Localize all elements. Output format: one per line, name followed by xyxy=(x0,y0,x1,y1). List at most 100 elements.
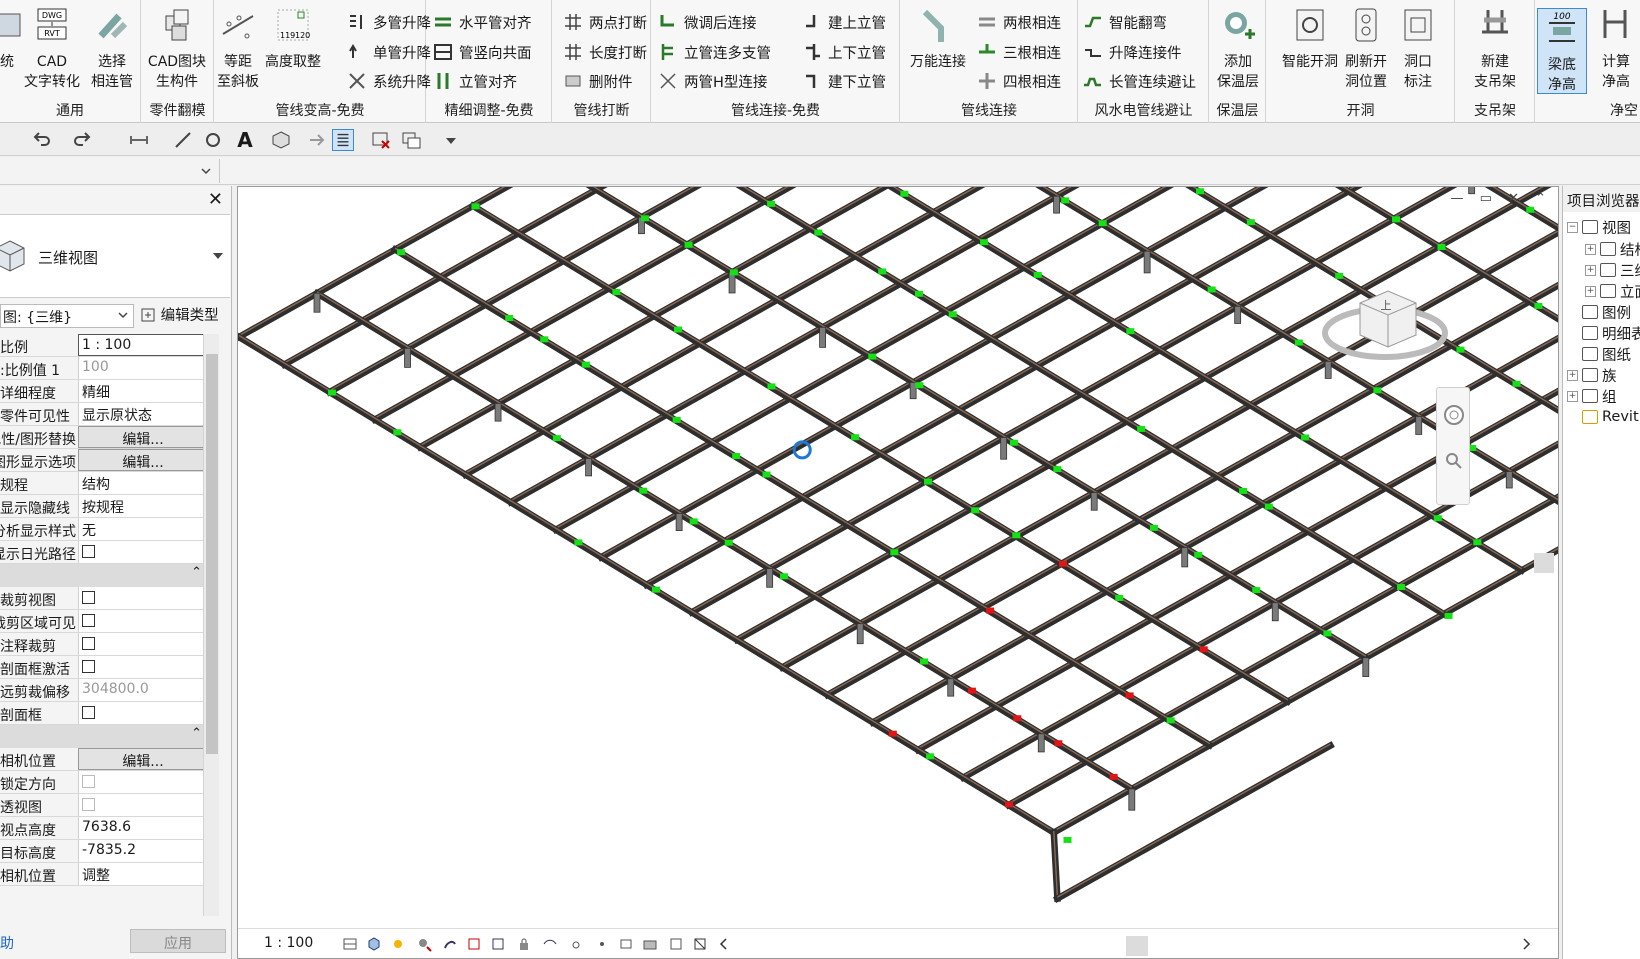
close-hidden-windows-icon[interactable] xyxy=(370,129,392,151)
property-checkbox[interactable] xyxy=(82,591,95,604)
property-edit-button[interactable]: 编辑... xyxy=(78,426,208,448)
undo-icon[interactable] xyxy=(30,129,52,151)
property-checkbox[interactable] xyxy=(82,614,95,627)
property-value[interactable] xyxy=(78,541,208,563)
property-value[interactable] xyxy=(78,587,208,609)
property-value[interactable] xyxy=(78,656,208,678)
property-value[interactable]: 显示原状态 xyxy=(78,403,208,425)
horizontal-scroll-thumb[interactable] xyxy=(1126,936,1148,956)
browser-item[interactable]: +明细表 xyxy=(1567,322,1640,344)
temp-hide-icon[interactable] xyxy=(542,936,558,952)
riser-multi-branch-button[interactable]: 立管连多支管 xyxy=(658,39,771,65)
expand-icon[interactable]: − xyxy=(1567,221,1578,233)
riser-align-button[interactable]: 立管对齐 xyxy=(433,68,517,94)
property-checkbox[interactable] xyxy=(82,660,95,673)
property-value[interactable]: 无 xyxy=(78,518,208,540)
sun-path-icon[interactable] xyxy=(390,936,406,952)
type-dropdown-icon[interactable] xyxy=(212,251,224,261)
browser-item[interactable]: + 结构 xyxy=(1585,238,1640,260)
select-connected-pipes-button[interactable]: 选择 相连管 xyxy=(77,6,147,92)
build-down-riser-button[interactable]: 建下立管 xyxy=(802,68,886,94)
thin-lines-icon[interactable] xyxy=(332,129,354,151)
section-icon[interactable] xyxy=(305,129,327,151)
up-down-riser-button[interactable]: 上下立管 xyxy=(802,39,886,65)
lock-view-icon[interactable] xyxy=(516,936,532,952)
browser-item[interactable]: + 族 xyxy=(1567,364,1617,386)
expand-icon[interactable]: + xyxy=(1585,243,1596,255)
property-value[interactable] xyxy=(78,633,208,655)
property-checkbox[interactable] xyxy=(82,637,95,650)
property-value[interactable] xyxy=(78,702,208,724)
browser-item[interactable]: − 视图 xyxy=(1567,216,1631,238)
smart-bend-button[interactable]: 智能翻弯 xyxy=(1083,9,1167,35)
property-edit-button[interactable]: 编辑... xyxy=(78,748,208,770)
constraints-icon[interactable] xyxy=(692,936,708,952)
beam-bottom-clearance-button[interactable]: 100 梁底 净高 xyxy=(1537,8,1587,94)
edit-type-button[interactable]: 编辑类型 xyxy=(140,304,219,325)
align-dimension-icon[interactable] xyxy=(172,129,194,151)
property-section-header[interactable]: ⌃ xyxy=(0,725,208,748)
fine-tune-connect-button[interactable]: 微调后连接 xyxy=(658,9,757,35)
two-pipe-connect-button[interactable]: 两根相连 xyxy=(977,9,1061,35)
system-lift-button[interactable]: 系统升降 xyxy=(347,68,431,94)
browser-item[interactable]: +图纸 xyxy=(1567,343,1631,365)
expand-icon[interactable]: + xyxy=(1567,390,1578,402)
long-pipe-avoid-button[interactable]: 长管连续避让 xyxy=(1083,68,1196,94)
browser-item[interactable]: + 组 xyxy=(1567,385,1617,407)
universal-connect-button[interactable]: 万能连接 xyxy=(903,6,973,72)
customize-toolbar-icon[interactable] xyxy=(440,129,462,151)
worksharing-icon[interactable] xyxy=(594,936,610,952)
scroll-left-icon[interactable] xyxy=(716,936,732,952)
multi-pipe-lift-button[interactable]: 多管升降 xyxy=(347,9,431,35)
browser-item[interactable]: +图例 xyxy=(1567,301,1631,323)
temp-view-props-icon[interactable] xyxy=(618,936,634,952)
expand-icon[interactable]: + xyxy=(1585,285,1596,297)
add-insulation-button[interactable]: 添加 保温层 xyxy=(1203,6,1273,92)
viewcube-icon[interactable]: 上 xyxy=(1320,265,1450,375)
three-pipe-connect-button[interactable]: 三根相连 xyxy=(977,39,1061,65)
properties-help-link[interactable]: 助 xyxy=(0,933,14,953)
3d-viewport[interactable]: — ▭ ✕ ⌃ 上 1 : 100 xyxy=(237,186,1559,959)
browser-item[interactable]: + 三维 xyxy=(1585,259,1640,281)
h-connect-button[interactable]: 两管H型连接 xyxy=(658,68,767,94)
horizontal-align-button[interactable]: 水平管对齐 xyxy=(433,9,532,35)
vertical-scroll-thumb[interactable] xyxy=(1534,553,1554,573)
analytical-model-icon[interactable] xyxy=(642,936,658,952)
property-value[interactable]: 7638.6 xyxy=(78,817,208,839)
property-value[interactable]: 调整 xyxy=(78,863,208,885)
expand-icon[interactable]: + xyxy=(1585,264,1596,276)
two-point-break-button[interactable]: 两点打断 xyxy=(563,9,647,35)
property-value[interactable] xyxy=(78,610,208,632)
property-value[interactable]: 结构 xyxy=(78,472,208,494)
property-checkbox[interactable] xyxy=(82,706,95,719)
scrollbar-thumb[interactable] xyxy=(206,354,218,754)
height-round-button[interactable]: 119 120 高度取整 xyxy=(258,6,328,72)
scroll-right-icon[interactable] xyxy=(1518,936,1534,952)
properties-scrollbar[interactable] xyxy=(203,334,219,916)
lift-connector-button[interactable]: 升降连接件 xyxy=(1083,39,1182,65)
render-icon[interactable] xyxy=(442,936,458,952)
opening-annotation-button[interactable]: 洞口 标注 xyxy=(1383,6,1453,92)
options-dropdown[interactable] xyxy=(0,159,220,183)
property-checkbox[interactable] xyxy=(82,545,95,558)
cad-block-to-component-button[interactable]: CAD图块 生构件 xyxy=(142,6,212,92)
steering-wheel-icon[interactable] xyxy=(1443,404,1465,426)
property-value[interactable]: -7835.2 xyxy=(78,840,208,862)
measure-icon[interactable] xyxy=(128,129,150,151)
shadows-icon[interactable] xyxy=(416,936,432,952)
3d-view-icon[interactable] xyxy=(270,129,292,151)
vertical-coplanar-button[interactable]: 管竖向共面 xyxy=(433,39,532,65)
delete-fittings-button[interactable]: 删附件 xyxy=(563,68,633,94)
property-value[interactable]: 1 : 100 xyxy=(78,334,208,356)
browser-item[interactable]: +Revit xyxy=(1567,406,1639,428)
navigation-bar[interactable] xyxy=(1436,387,1470,505)
property-edit-button[interactable]: 编辑... xyxy=(78,449,208,471)
tag-icon[interactable] xyxy=(202,129,224,151)
calc-clearance-button[interactable]: 计算 净高 xyxy=(1588,6,1640,92)
view-filter-select[interactable]: 图: {三维} xyxy=(0,304,134,328)
new-hanger-button[interactable]: 新建 支吊架 xyxy=(1460,6,1530,92)
viewport-window-controls[interactable]: — ▭ ✕ ⌃ xyxy=(1451,191,1552,206)
property-value[interactable]: 按规程 xyxy=(78,495,208,517)
browser-item[interactable]: + 立面 xyxy=(1585,280,1640,302)
expand-icon[interactable]: + xyxy=(1567,369,1578,381)
